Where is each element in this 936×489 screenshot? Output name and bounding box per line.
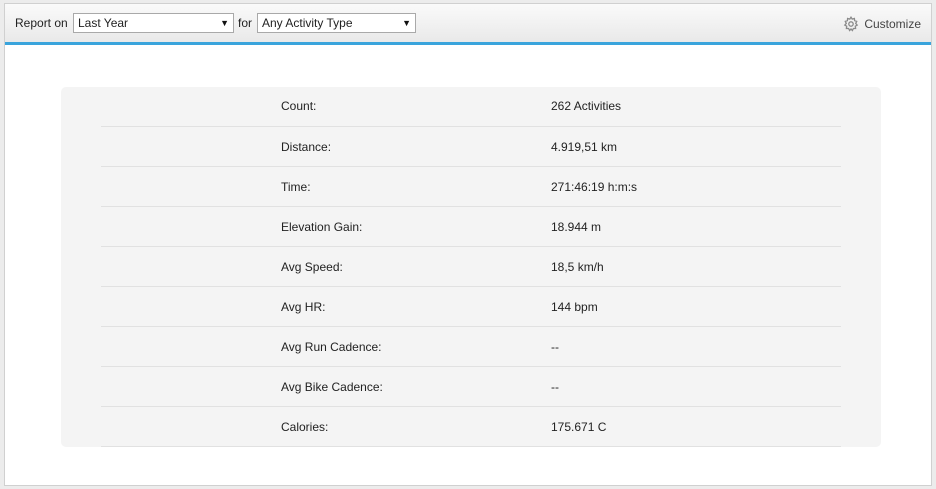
stat-row-count: Count: 262 Activities [101,87,841,127]
stat-value: 144 bpm [551,300,598,314]
stat-row-avg-speed: Avg Speed: 18,5 km/h [101,247,841,287]
stat-row-calories: Calories: 175.671 C [101,407,841,447]
customize-label: Customize [864,17,921,31]
stat-value: 18.944 m [551,220,602,234]
stat-row-elevation-gain: Elevation Gain: 18.944 m [101,207,841,247]
stat-label: Avg Bike Cadence: [281,380,383,394]
activity-type-select[interactable]: Any Activity Type ▼ [257,13,416,33]
stat-row-avg-run-cadence: Avg Run Cadence: -- [101,327,841,367]
report-on-label: Report on [15,16,68,30]
stat-row-avg-bike-cadence: Avg Bike Cadence: -- [101,367,841,407]
stat-value: -- [551,380,559,394]
stat-label: Elevation Gain: [281,220,363,234]
gear-icon [844,16,859,32]
stat-label: Distance: [281,140,332,154]
stat-row-avg-hr: Avg HR: 144 bpm [101,287,841,327]
stat-label: Count: [281,99,317,113]
stat-row-distance: Distance: 4.919,51 km [101,127,841,167]
stat-value: -- [551,340,559,354]
period-select-value: Last Year [78,16,129,30]
chevron-down-icon: ▼ [220,18,229,28]
activity-type-select-value: Any Activity Type [262,16,353,30]
stat-value: 175.671 C [551,420,607,434]
chevron-down-icon: ▼ [402,18,411,28]
report-toolbar: Report on Last Year ▼ for Any Activity T… [5,4,931,45]
for-label: for [238,16,253,30]
stat-row-time: Time: 271:46:19 h:m:s [101,167,841,207]
stat-value: 4.919,51 km [551,140,618,154]
report-window: Report on Last Year ▼ for Any Activity T… [4,3,932,486]
stat-value: 262 Activities [551,99,622,113]
summary-panel: Count: 262 Activities Distance: 4.919,51… [61,87,881,447]
stat-label: Calories: [281,420,329,434]
stat-label: Avg Speed: [281,260,343,274]
stat-label: Avg HR: [281,300,326,314]
stat-value: 18,5 km/h [551,260,604,274]
stat-value: 271:46:19 h:m:s [551,180,638,194]
period-select[interactable]: Last Year ▼ [73,13,234,33]
stat-label: Avg Run Cadence: [281,340,382,354]
stat-label: Time: [281,180,311,194]
customize-button[interactable]: Customize [843,15,921,33]
